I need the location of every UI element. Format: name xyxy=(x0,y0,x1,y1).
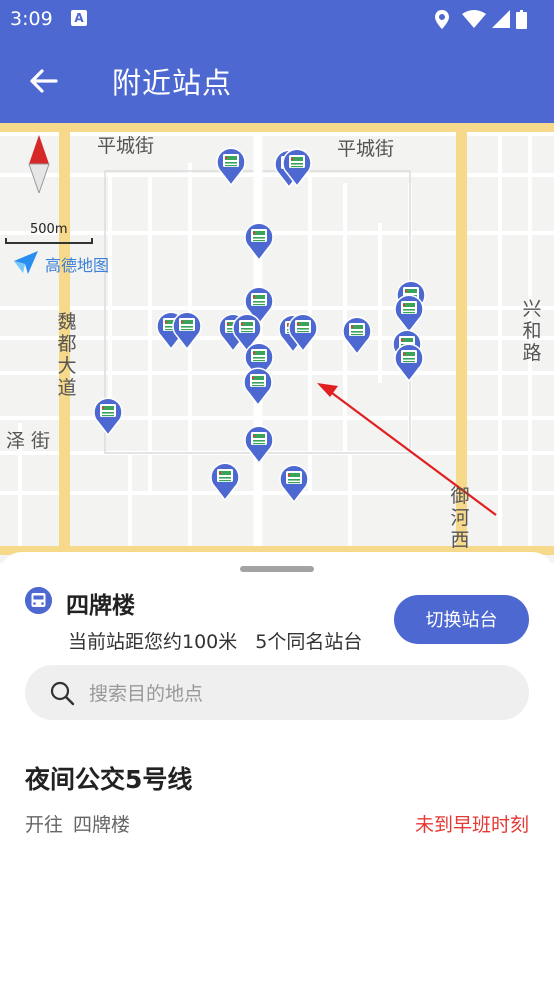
station-info: 当前站距您约100米 5个同名站台 xyxy=(68,627,362,654)
bus-stop-pin-icon[interactable] xyxy=(93,396,123,436)
sheet-drag-handle[interactable] xyxy=(240,566,314,572)
station-name: 四牌楼 xyxy=(66,593,135,619)
map-logo: 高德地图 xyxy=(12,249,124,275)
compass-icon[interactable] xyxy=(28,135,50,193)
same-name-count: 5个同名站台 xyxy=(255,631,363,653)
bus-stop-pin-icon[interactable] xyxy=(288,312,318,352)
signal-icon xyxy=(492,10,510,28)
logo-text: 高德地图 xyxy=(45,256,110,275)
search-input[interactable] xyxy=(87,665,511,722)
street-label: 平城街 xyxy=(337,138,395,160)
street-label: 平城街 xyxy=(97,135,155,157)
status-time: 3:09 xyxy=(10,8,53,30)
street-label-vertical: 魏都大道 xyxy=(57,311,77,399)
direction-destination: 四牌楼 xyxy=(73,814,131,836)
status-bar: 3:09 A xyxy=(0,0,554,38)
search-icon xyxy=(50,681,75,706)
battery-icon xyxy=(516,10,527,29)
bus-stop-pin-icon[interactable] xyxy=(279,463,309,503)
arrow-left-icon[interactable] xyxy=(26,64,60,98)
bus-stop-pin-icon[interactable] xyxy=(394,342,424,382)
bus-icon xyxy=(25,587,52,614)
map-view[interactable]: 500m 高德地图 平城街 平城街 魏都大道 泽 街 兴和路 御河西 xyxy=(0,123,554,563)
street-label-vertical: 兴和路 xyxy=(522,298,542,364)
search-bar[interactable] xyxy=(25,665,529,722)
app-bar: 附近站点 xyxy=(0,38,554,123)
scale-label: 500m xyxy=(30,222,68,237)
bus-stop-pin-icon[interactable] xyxy=(210,461,240,501)
bus-stop-pin-icon[interactable] xyxy=(216,146,246,186)
bus-stop-pin-icon[interactable] xyxy=(394,293,424,333)
bus-stop-pin-icon[interactable] xyxy=(172,310,202,350)
location-icon xyxy=(435,10,449,29)
bus-stop-pin-icon[interactable] xyxy=(243,366,273,406)
status-icons xyxy=(435,10,527,29)
direction-prefix: 开往 xyxy=(25,814,64,836)
switch-station-button[interactable]: 切换站台 xyxy=(394,595,529,644)
bus-stop-pin-icon[interactable] xyxy=(342,315,372,355)
route-direction: 开往 四牌楼 xyxy=(25,810,130,837)
amap-logo-icon xyxy=(14,251,38,274)
page-title: 附近站点 xyxy=(112,66,233,100)
route-status: 未到早班时刻 xyxy=(414,814,529,836)
bus-stop-pin-icon[interactable] xyxy=(282,147,312,187)
street-label-vertical: 御河西 xyxy=(450,485,470,551)
bus-stop-pin-icon[interactable] xyxy=(244,424,274,464)
bus-stop-pin-icon[interactable] xyxy=(244,221,274,261)
station-distance: 当前站距您约100米 xyxy=(68,631,238,653)
station-sheet: 四牌楼 当前站距您约100米5个同名站台 切换站台 夜间公交5号线 开往四牌楼 … xyxy=(0,552,554,984)
wifi-icon xyxy=(462,10,486,28)
street-label: 泽 街 xyxy=(6,430,51,452)
map-scale: 500m xyxy=(5,222,93,246)
route-name[interactable]: 夜间公交5号线 xyxy=(25,760,192,796)
notification-a-icon: A xyxy=(71,10,87,26)
